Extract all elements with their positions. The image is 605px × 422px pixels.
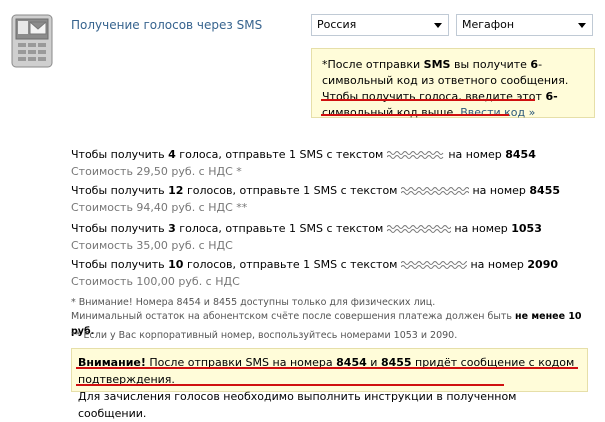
offer-count: 4 [168, 148, 176, 161]
page-title: Получение голосов через SMS [71, 18, 263, 32]
operator-select[interactable]: Мегафон [456, 14, 593, 36]
note-text: вы получите [450, 58, 531, 71]
sms-offer-row: Чтобы получить 3 голоса, отправьте 1 SMS… [71, 222, 542, 235]
note-digits: 6 [530, 58, 539, 71]
hidden-text-squiggle [386, 151, 444, 159]
offer-number: 8454 [505, 148, 536, 161]
operator-select-value: Мегафон [462, 18, 515, 31]
offer-text: голоса, отправьте 1 SMS с текстом [175, 222, 387, 235]
warning-line2: Для зачисления голосов необходимо выполн… [78, 390, 517, 420]
offer-text: на номер [470, 258, 528, 271]
hidden-text-squiggle [400, 187, 469, 195]
offer-number: 8455 [529, 184, 561, 197]
offer-number: 1053 [511, 222, 542, 235]
offer-number: 2090 [527, 258, 559, 271]
hidden-text-squiggle [400, 261, 467, 269]
note-text: Чтобы получить голоса, введите этот [322, 90, 546, 103]
hidden-text-squiggle [386, 225, 451, 233]
enter-code-link[interactable]: Ввести код » [460, 106, 535, 119]
code-info-line1: *После отправки SMS вы получите 6-символ… [322, 57, 588, 89]
code-info-box: *После отправки SMS вы получите 6- символ… [311, 48, 595, 121]
note-text: *После отправки [322, 58, 424, 71]
highlight-underline [76, 367, 578, 369]
offer-text: Чтобы получить [71, 222, 169, 235]
offer-text: на номер [448, 148, 506, 161]
offer-text: на номер [472, 184, 530, 197]
footnote-text: Минимальный остаток на абонентском счёте… [71, 311, 516, 322]
offer-text: голосов, отправьте 1 SMS с текстом [183, 184, 401, 197]
footnote-physical: * Внимание! Номера 8454 и 8455 доступны … [71, 297, 436, 308]
footnote-corporate: ** Если у Вас корпоративный номер, воспо… [71, 330, 458, 341]
offer-text: на номер [454, 222, 512, 235]
offer-count: 10 [168, 258, 184, 271]
offer-text: голосов, отправьте 1 SMS с текстом [183, 258, 401, 271]
sms-offer-row: Чтобы получить 12 голосов, отправьте 1 S… [71, 184, 560, 197]
offer-cost: Стоимость 35,00 руб. с НДС [71, 239, 233, 252]
offer-text: голоса, отправьте 1 SMS с текстом [175, 148, 387, 161]
warning-line1: Внимание! После отправки SMS на номера 8… [78, 354, 581, 388]
country-select[interactable]: Россия [311, 14, 449, 36]
offer-cost: Стоимость 94,40 руб. с НДС ** [71, 201, 248, 214]
chevron-down-icon [434, 23, 442, 28]
phone-icon [10, 13, 54, 69]
offer-text: Чтобы получить [71, 184, 169, 197]
offer-count: 12 [168, 184, 184, 197]
highlight-underline [321, 99, 535, 101]
code-info-line2: Чтобы получить голоса, введите этот 6- [322, 89, 588, 105]
offer-text: Чтобы получить [71, 148, 169, 161]
sms-offer-row: Чтобы получить 4 голоса, отправьте 1 SMS… [71, 148, 536, 161]
offer-cost: Стоимость 100,00 руб. с НДС [71, 275, 240, 288]
offer-count: 3 [168, 222, 176, 235]
code-info-line3: символьный код выше. Ввести код » [322, 105, 588, 121]
note-digits: 6- [545, 90, 558, 103]
chevron-down-icon [578, 23, 586, 28]
sms-offer-row: Чтобы получить 10 голосов, отправьте 1 S… [71, 258, 558, 271]
highlight-underline [76, 384, 504, 386]
note-text: символьный код выше. [322, 106, 457, 119]
offer-text: Чтобы получить [71, 258, 169, 271]
country-select-value: Россия [317, 18, 357, 31]
offer-cost: Стоимость 29,50 руб. с НДС * [71, 165, 242, 178]
note-sms: SMS [423, 58, 451, 71]
highlight-underline [321, 114, 509, 116]
